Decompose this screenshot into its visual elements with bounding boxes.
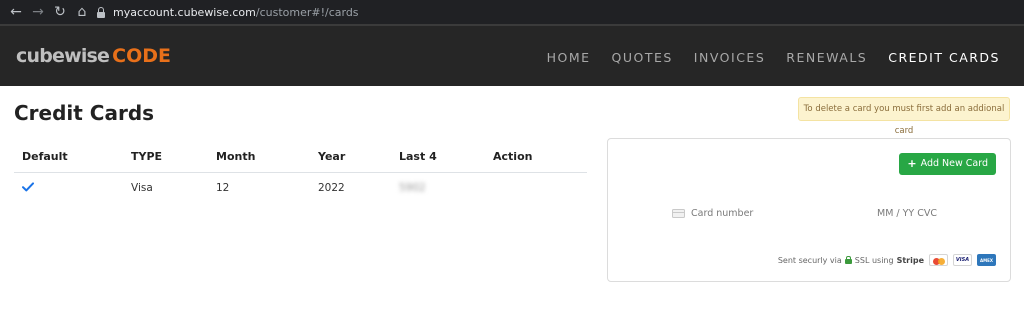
cell-year: 2022	[318, 182, 345, 195]
ssl-lock-icon	[844, 256, 852, 264]
home-icon[interactable]: ⌂	[74, 4, 90, 20]
lock-icon[interactable]	[96, 6, 106, 18]
column-header-action: Action	[485, 141, 587, 173]
address-bar[interactable]: myaccount.cubewise.com /customer#!/cards	[96, 3, 359, 21]
nav-home[interactable]: HOME	[547, 50, 591, 65]
cell-month: 12	[216, 182, 230, 195]
secure-text: Sent securly via	[777, 255, 842, 265]
logo-word-code: CODE	[112, 45, 171, 67]
reload-icon[interactable]: ↻	[52, 4, 68, 20]
cell-type: Visa	[131, 182, 153, 195]
add-new-card-label: Add New Card	[920, 158, 988, 169]
table-row: Visa 12 2022 5902	[14, 172, 587, 204]
table-header-row: Default TYPE Month Year Last 4 Action	[14, 141, 587, 173]
stripe-label: Stripe	[896, 255, 924, 265]
ssl-text: SSL using	[854, 255, 894, 265]
credit-card-icon	[672, 208, 685, 218]
main-nav: HOME QUOTES INVOICES RENEWALS CREDIT CAR…	[526, 50, 1000, 65]
nav-quotes[interactable]: QUOTES	[612, 50, 673, 65]
plus-icon: +	[907, 157, 917, 170]
url-host: myaccount.cubewise.com	[113, 5, 256, 19]
column-header-default: Default	[14, 141, 123, 173]
site-header: cubewise CODE HOME QUOTES INVOICES RENEWA…	[0, 24, 1024, 86]
nav-renewals[interactable]: RENEWALS	[786, 50, 867, 65]
secure-notice: Sent securly via SSL using Stripe VISA A…	[778, 254, 996, 266]
column-header-month: Month	[208, 141, 310, 173]
add-new-card-button[interactable]: + Add New Card	[899, 153, 996, 175]
nav-credit-cards[interactable]: CREDIT CARDS	[888, 50, 1000, 65]
cubewise-code-logo[interactable]: cubewise CODE	[16, 45, 171, 67]
expiry-cvc-input[interactable]: MM / YY CVC	[877, 208, 937, 219]
last4-value: 5902	[399, 182, 426, 195]
add-card-panel: + Add New Card Card number MM / YY CVC S…	[607, 138, 1011, 282]
browser-toolbar: ← → ↻ ⌂ myaccount.cubewise.com /customer…	[0, 0, 1024, 24]
forward-icon[interactable]: →	[30, 4, 46, 20]
mastercard-icon	[929, 254, 948, 266]
column-header-year: Year	[310, 141, 391, 173]
card-element[interactable]: Card number MM / YY CVC	[672, 205, 972, 221]
back-icon[interactable]: ←	[8, 4, 24, 20]
column-header-last4: Last 4	[391, 141, 485, 173]
warning-notice: To delete a card you must first add an a…	[798, 97, 1010, 136]
url-path: /customer#!/cards	[255, 5, 359, 19]
card-number-input[interactable]: Card number	[691, 208, 753, 219]
cell-action	[485, 172, 587, 204]
nav-invoices[interactable]: INVOICES	[694, 50, 765, 65]
column-header-type: TYPE	[123, 141, 208, 173]
cell-last4: 5902	[391, 172, 485, 204]
amex-icon: AMEX	[977, 254, 996, 266]
visa-icon: VISA	[953, 254, 972, 266]
page-title: Credit Cards	[14, 101, 155, 125]
cell-default	[14, 172, 123, 204]
checkmark-icon	[22, 182, 34, 192]
credit-cards-table: Default TYPE Month Year Last 4 Action Vi…	[14, 141, 587, 204]
logo-word-cubewise: cubewise	[16, 45, 110, 67]
